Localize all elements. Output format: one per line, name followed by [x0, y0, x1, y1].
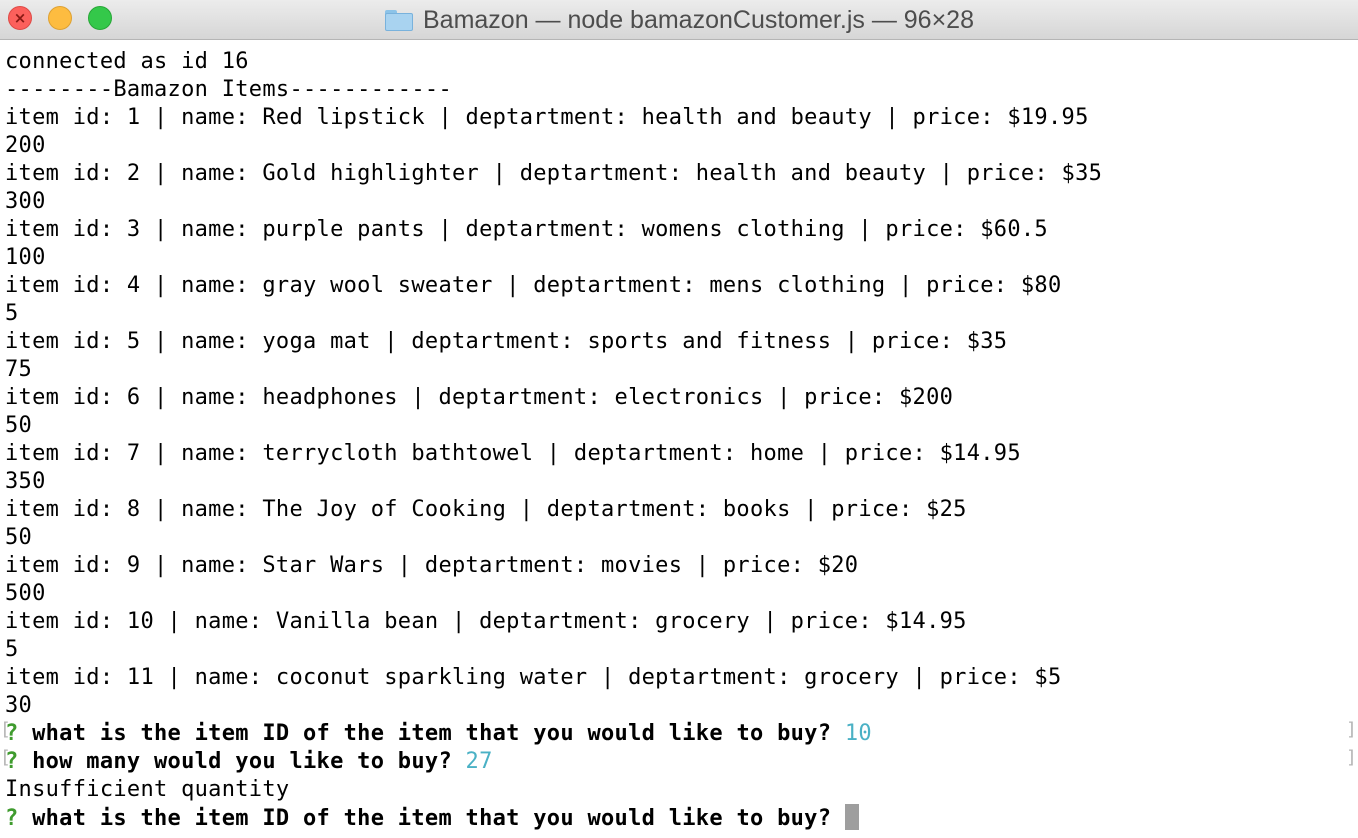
output-line: item id: 8 | name: The Joy of Cooking | … — [5, 497, 967, 522]
folder-icon — [384, 9, 414, 31]
prompt-answer: 27 — [465, 749, 493, 774]
output-line: item id: 3 | name: purple pants | deptar… — [5, 217, 1048, 242]
output-line: item id: 6 | name: headphones | deptartm… — [5, 385, 954, 410]
output-line: item id: 7 | name: terrycloth bathtowel … — [5, 441, 1021, 466]
mark-bracket-right: ] — [1346, 719, 1357, 740]
terminal-lines: connected as id 16 --------Bamazon Items… — [5, 48, 1102, 832]
output-line: 500 — [5, 581, 46, 606]
mark-bracket-left: [ — [0, 747, 11, 768]
output-line: item id: 9 | name: Star Wars | deptartme… — [5, 553, 859, 578]
output-line: --------Bamazon Items------------ — [5, 77, 452, 102]
title-bar[interactable]: × Bamazon — node bamazonCustomer.js — 96… — [0, 0, 1358, 40]
prompt-question: what is the item ID of the item that you… — [32, 721, 832, 746]
output-line: connected as id 16 — [5, 49, 249, 74]
output-line: 100 — [5, 245, 46, 270]
prompt-mark: ? — [5, 806, 19, 831]
status-message: Insufficient quantity — [5, 777, 290, 802]
output-line: item id: 10 | name: Vanilla bean | depta… — [5, 609, 967, 634]
prompt-line: ? how many would you like to buy? 27 — [5, 748, 1102, 776]
output-line: item id: 1 | name: Red lipstick | deptar… — [5, 105, 1089, 130]
output-line: 50 — [5, 413, 33, 438]
output-line: item id: 5 | name: yoga mat | deptartmen… — [5, 329, 1008, 354]
prompt-question: what is the item ID of the item that you… — [32, 806, 832, 831]
output-line: item id: 2 | name: Gold highlighter | de… — [5, 161, 1103, 186]
title-container: Bamazon — node bamazonCustomer.js — 96×2… — [0, 0, 1358, 40]
output-line: 30 — [5, 693, 33, 718]
mark-bracket-right: ] — [1346, 747, 1357, 768]
output-line: 5 — [5, 637, 19, 662]
output-line: 5 — [5, 301, 19, 326]
window-title: Bamazon — node bamazonCustomer.js — 96×2… — [422, 5, 974, 34]
terminal-window: × Bamazon — node bamazonCustomer.js — 96… — [0, 0, 1358, 838]
prompt-answer: 10 — [844, 721, 872, 746]
output-line: 200 — [5, 133, 46, 158]
output-line: item id: 11 | name: coconut sparkling wa… — [5, 665, 1062, 690]
prompt-line: ? what is the item ID of the item that y… — [5, 720, 1102, 748]
active-prompt-line[interactable]: ? what is the item ID of the item that y… — [5, 804, 1102, 832]
terminal-output[interactable]: connected as id 16 --------Bamazon Items… — [0, 41, 1358, 838]
output-line: 50 — [5, 525, 33, 550]
mark-bracket-left: [ — [0, 719, 11, 740]
prompt-question: how many would you like to buy? — [32, 749, 452, 774]
output-line: 300 — [5, 189, 46, 214]
output-line: item id: 4 | name: gray wool sweater | d… — [5, 273, 1062, 298]
output-line: 75 — [5, 357, 33, 382]
text-cursor — [844, 804, 859, 830]
output-line: 350 — [5, 469, 46, 494]
